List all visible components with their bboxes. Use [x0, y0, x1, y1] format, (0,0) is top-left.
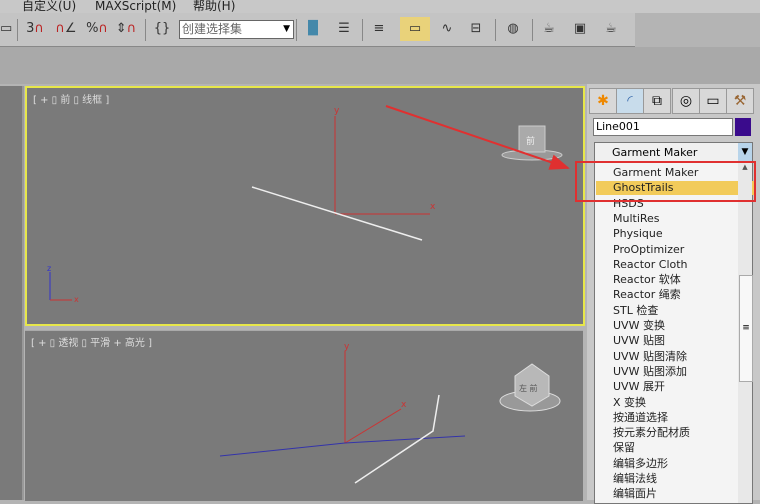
modifier-list: Garment Maker GhostTrails HSDS MultiRes Phys… — [594, 162, 754, 504]
y-axis-label: y — [334, 106, 340, 116]
modifier-list-item[interactable]: Physique — [596, 227, 754, 241]
perspective-viewport[interactable]: [ + ▯ 透视 ▯ 平滑 + 高光 ] y x 左 前 — [25, 330, 583, 501]
object-name-input[interactable]: Line001 — [593, 118, 733, 136]
divider — [17, 19, 18, 41]
modifier-list-item[interactable]: UVW 贴图清除 — [596, 350, 754, 364]
grid-line — [344, 435, 466, 444]
object-color-swatch[interactable] — [735, 118, 751, 136]
gizmo-x-label: x — [74, 295, 79, 304]
modifier-list-item[interactable]: UVW 贴图添加 — [596, 365, 754, 379]
divider — [362, 19, 363, 41]
mirror-icon[interactable]: ▐▌ — [300, 17, 326, 41]
ribbon-area — [0, 47, 760, 84]
render-setup-icon[interactable]: ☕ — [536, 17, 562, 41]
modifier-list-item[interactable]: 按通道选择 — [596, 411, 754, 425]
perspective-viewport-scene: y x 左 前 — [219, 342, 561, 484]
percent-snap-button[interactable]: %∩ — [84, 17, 110, 41]
render-teapot-icon[interactable]: ☕ — [598, 17, 624, 41]
command-panel: ✱ ◜ ⧉ ◎ ▭ ⚒ Line001 Garment Maker ▼ Garme… — [587, 84, 760, 504]
line001-shape[interactable] — [354, 394, 440, 484]
modify-tab-icon[interactable]: ◜ — [616, 88, 644, 114]
angle-snap-button[interactable]: ∩∠ — [52, 17, 80, 41]
hierarchy-tab-icon[interactable]: ⧉ — [643, 88, 671, 114]
divider — [495, 19, 496, 41]
front-viewport[interactable]: [ + ▯ 前 ▯ 线框 ] y x z x 前 — [25, 86, 585, 326]
menu-bar: 自定义(U) MAXScript(M) 帮助(H) — [0, 0, 760, 13]
viewcube-face: 前 — [526, 135, 535, 147]
named-selection-dropdown[interactable]: 创建选择集 ▼ — [179, 20, 294, 39]
modifier-list-item[interactable]: 按元素分配材质 — [596, 426, 754, 440]
spinner-snap-button[interactable]: ⇕∩ — [113, 17, 139, 41]
gizmo-z-label: z — [47, 264, 51, 273]
schematic-view-icon[interactable]: ⊟ — [463, 17, 489, 41]
left-viewport-edge — [0, 86, 24, 500]
motion-tab-icon[interactable]: ◎ — [672, 88, 700, 114]
modifier-list-value: Garment Maker — [612, 146, 698, 159]
layer-manager-icon[interactable]: ≡ — [366, 17, 392, 41]
modifier-list-item[interactable]: 编辑多边形 — [596, 457, 754, 471]
modifier-list-item[interactable]: STL 检查 — [596, 304, 754, 318]
modifier-list-item[interactable]: 保留 — [596, 441, 754, 455]
align-icon[interactable]: ☰ — [331, 17, 357, 41]
modifier-list-item[interactable]: UVW 贴图 — [596, 334, 754, 348]
viewcube[interactable]: 左 前 — [499, 363, 561, 412]
scrollbar-thumb[interactable]: ≡ — [739, 275, 753, 382]
prev-tool-icon[interactable]: ▭ — [0, 17, 12, 41]
front-viewport-scene: y x z x 前 — [47, 106, 563, 304]
viewcube-face: 左 前 — [519, 383, 538, 393]
modifier-list-item[interactable]: 编辑法线 — [596, 472, 754, 486]
modifier-list-item[interactable]: Reactor 绳索 — [596, 288, 754, 302]
menu-help[interactable]: 帮助(H) — [193, 0, 235, 13]
menu-customize[interactable]: 自定义(U) — [22, 0, 76, 13]
z-axis — [219, 442, 346, 457]
modifier-list-item[interactable]: Reactor Cloth — [596, 258, 754, 272]
divider — [296, 19, 297, 41]
modifier-list-item[interactable]: Reactor 软体 — [596, 273, 754, 287]
snap-toggle-3d-button[interactable]: 3∩ — [22, 17, 48, 41]
modifier-list-item[interactable]: 编辑面片 — [596, 487, 754, 501]
x-axis-label: x — [401, 400, 407, 410]
material-editor-icon[interactable]: ◍ — [500, 17, 526, 41]
create-tab-icon[interactable]: ✱ — [589, 88, 617, 114]
annotation-highlight-box — [575, 161, 756, 202]
modifier-list-dropdown[interactable]: Garment Maker ▼ — [594, 142, 753, 163]
divider — [532, 19, 533, 41]
chevron-down-icon: ▼ — [283, 24, 290, 34]
named-selection-value: 创建选择集 — [182, 22, 243, 36]
x-axis-label: x — [430, 202, 436, 212]
graphite-tools-icon[interactable]: ▭ — [400, 17, 430, 41]
modifier-list-item[interactable]: MultiRes — [596, 212, 754, 226]
curve-editor-icon[interactable]: ∿ — [434, 17, 460, 41]
x-axis — [344, 408, 402, 444]
modifier-list-item[interactable]: X 变换 — [596, 396, 754, 410]
utilities-tab-icon[interactable]: ⚒ — [726, 88, 754, 114]
y-axis-label: y — [344, 342, 350, 352]
viewcube[interactable]: 前 — [501, 125, 563, 161]
modifier-list-item[interactable]: UVW 变换 — [596, 319, 754, 333]
list-scrollbar[interactable]: ▲ ≡ — [738, 163, 753, 503]
display-tab-icon[interactable]: ▭ — [699, 88, 727, 114]
menu-maxscript[interactable]: MAXScript(M) — [95, 0, 176, 13]
main-toolbar: ▭ 3∩ ∩∠ %∩ ⇕∩ {} 创建选择集 ▼ ▐▌ ☰ ≡ ▭ ∿ ⊟ ◍ ☕… — [0, 13, 635, 47]
modifier-list-item[interactable]: UVW 展开 — [596, 380, 754, 394]
divider — [145, 19, 146, 41]
modifier-list-item[interactable]: ProOptimizer — [596, 243, 754, 257]
edit-named-selection-button[interactable]: {} — [150, 17, 174, 41]
rendered-frame-icon[interactable]: ▣ — [567, 17, 593, 41]
chevron-down-icon[interactable]: ▼ — [738, 143, 752, 162]
